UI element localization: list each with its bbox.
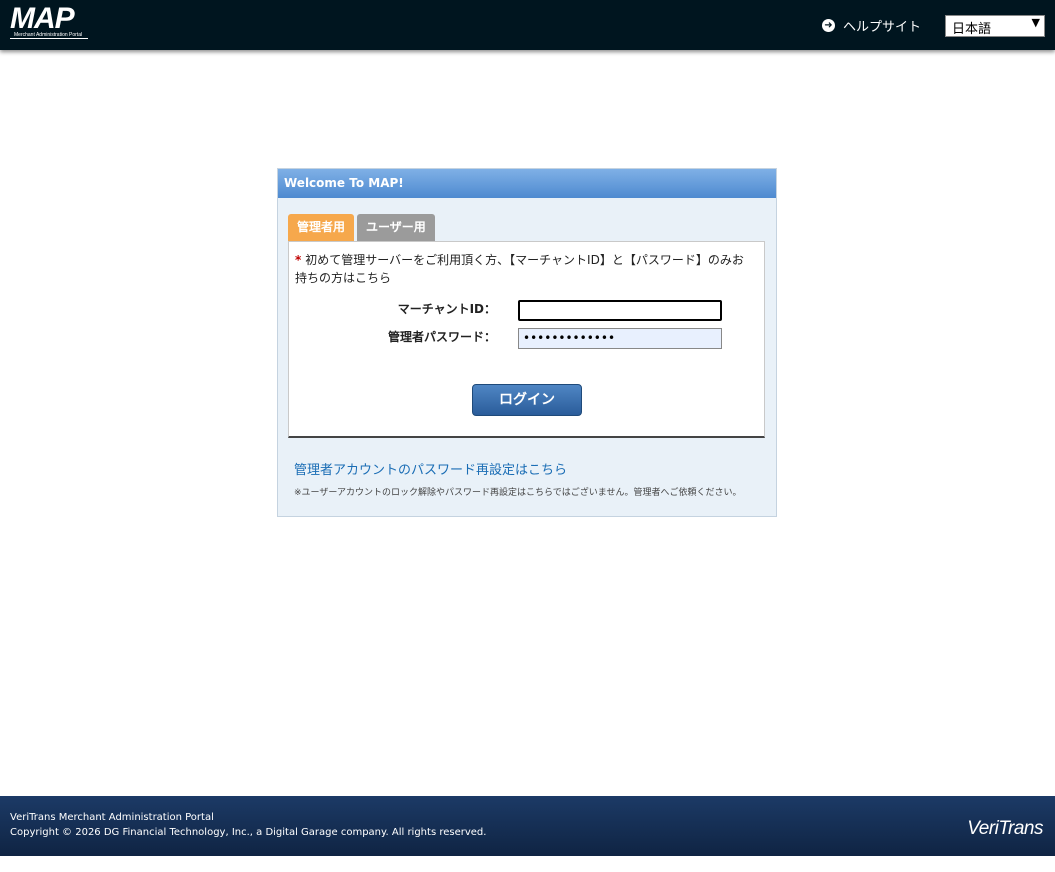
map-logo[interactable]: MAP Merchant Administration Portal <box>10 2 92 42</box>
required-mark: * <box>295 253 302 267</box>
login-panel: Welcome To MAP! 管理者用 ユーザー用 * 初めて管理サーバーをご利… <box>277 168 777 517</box>
notice-text: 初めて管理サーバーをご利用頂く方、【マーチャントID】と【パスワード】のみお持ち… <box>295 253 744 285</box>
footer-product-name: VeriTrans Merchant Administration Portal <box>10 812 214 823</box>
login-form: * 初めて管理サーバーをご利用頂く方、【マーチャントID】と【パスワード】のみお持… <box>288 241 765 438</box>
password-label: 管理者パスワード： <box>387 330 496 344</box>
tab-user[interactable]: ユーザー用 <box>357 214 435 241</box>
footer-copyright: Copyright © 2026 DG Financial Technology… <box>10 827 487 838</box>
veritrans-logo: VeriTrans <box>967 818 1043 839</box>
password-reset-link[interactable]: 管理者アカウントのパスワード再設定はこちら <box>294 459 567 478</box>
help-site-label: ヘルプサイト <box>843 20 922 35</box>
help-site-link[interactable]: ➜ ヘルプサイト <box>822 16 921 35</box>
login-button[interactable]: ログイン <box>472 384 582 416</box>
merchant-id-input[interactable] <box>518 300 722 321</box>
tab-admin[interactable]: 管理者用 <box>288 214 355 241</box>
panel-title: Welcome To MAP! <box>278 169 776 198</box>
arrow-right-circle-icon: ➜ <box>822 19 835 32</box>
logo-text: MAP <box>10 2 75 35</box>
logo-underline <box>10 38 88 39</box>
password-reset-note: ※ユーザーアカウントのロック解除やパスワード再設定はこちらではございません。管理… <box>294 488 742 498</box>
top-header: MAP Merchant Administration Portal ➜ ヘルプ… <box>0 0 1055 50</box>
language-selected-value: 日本語 <box>952 22 992 37</box>
password-input[interactable]: ••••••••••••• <box>518 328 722 349</box>
footer: VeriTrans Merchant Administration Portal… <box>0 796 1055 856</box>
language-select[interactable]: 日本語 ▼ <box>945 15 1045 37</box>
login-notice: * 初めて管理サーバーをご利用頂く方、【マーチャントID】と【パスワード】のみお持… <box>295 251 755 287</box>
chevron-down-icon: ▼ <box>1031 16 1040 29</box>
merchant-id-label: マーチャントID： <box>397 302 496 316</box>
